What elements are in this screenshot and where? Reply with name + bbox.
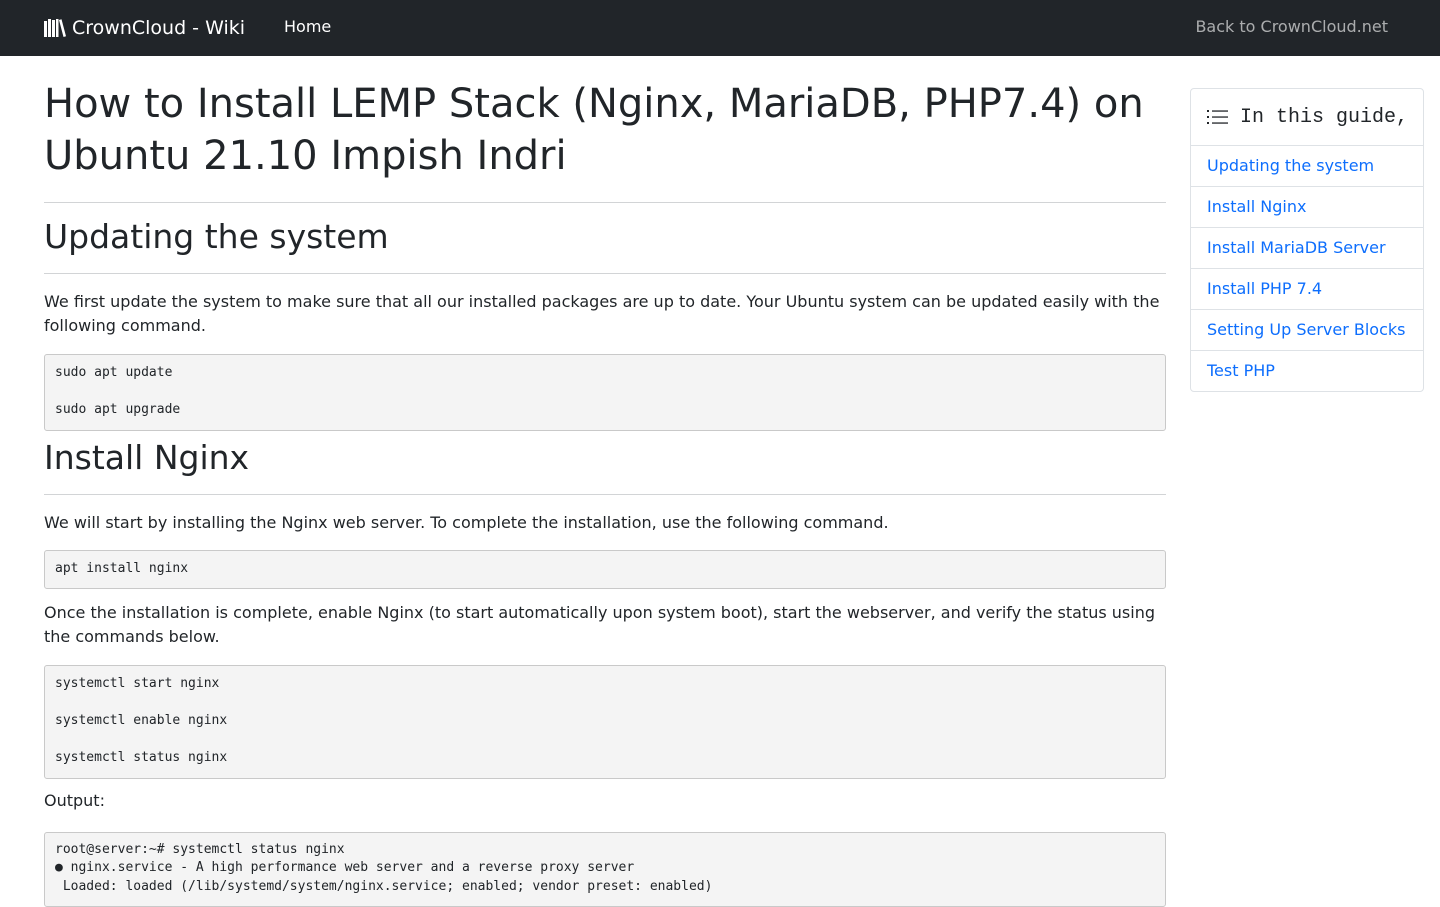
toc-link-install-mariadb-server[interactable]: Install MariaDB Server [1191,228,1423,269]
code-line: apt install nginx [55,560,1155,579]
code-block[interactable]: sudo apt update sudo apt upgrade [44,354,1166,431]
top-navbar: CrownCloud - Wiki Home Back to CrownClou… [0,0,1440,56]
books-icon [44,18,66,38]
toc-link-updating-the-system[interactable]: Updating the system [1191,146,1423,187]
output-line: Loaded: loaded (/lib/systemd/system/ngin… [55,878,1155,897]
brand-link[interactable]: CrownCloud - Wiki [44,14,245,42]
toc-title: In this guide, [1240,106,1408,129]
page-title: How to Install LEMP Stack (Nginx, MariaD… [44,78,1166,203]
toc-link-test-php[interactable]: Test PHP [1191,351,1423,391]
toc-link-setting-up-server-blocks[interactable]: Setting Up Server Blocks [1191,310,1423,351]
section-paragraph: We first update the system to make sure … [44,290,1166,338]
code-line: sudo apt update [55,364,1155,383]
section-heading-install-nginx: Install Nginx [44,438,1166,495]
toc-link-install-php[interactable]: Install PHP 7.4 [1191,269,1423,310]
section-paragraph: We will start by installing the Nginx we… [44,511,1166,535]
table-of-contents: In this guide, Updating the system Insta… [1190,88,1424,392]
code-line: systemctl status nginx [55,749,1155,768]
output-label: Output: [44,789,1166,813]
code-line: sudo apt upgrade [55,401,1155,420]
brand-text: CrownCloud - Wiki [72,17,245,39]
list-icon [1207,109,1228,125]
section-heading-updating: Updating the system [44,217,1166,274]
code-line: systemctl start nginx [55,675,1155,694]
output-block[interactable]: root@server:~# systemctl status nginx ● … [44,832,1166,907]
code-block[interactable]: systemctl start nginx systemctl enable n… [44,665,1166,779]
output-line: ● nginx.service - A high performance web… [55,859,1155,878]
output-line: root@server:~# systemctl status nginx [55,841,1155,860]
back-to-site-link[interactable]: Back to CrownCloud.net [1195,17,1388,36]
article: How to Install LEMP Stack (Nginx, MariaD… [44,78,1166,907]
section-paragraph: Once the installation is complete, enabl… [44,601,1166,649]
toc-header: In this guide, [1191,89,1423,146]
code-block[interactable]: apt install nginx [44,550,1166,590]
nav-home-link[interactable]: Home [284,17,331,36]
toc-link-install-nginx[interactable]: Install Nginx [1191,187,1423,228]
code-line: systemctl enable nginx [55,712,1155,731]
